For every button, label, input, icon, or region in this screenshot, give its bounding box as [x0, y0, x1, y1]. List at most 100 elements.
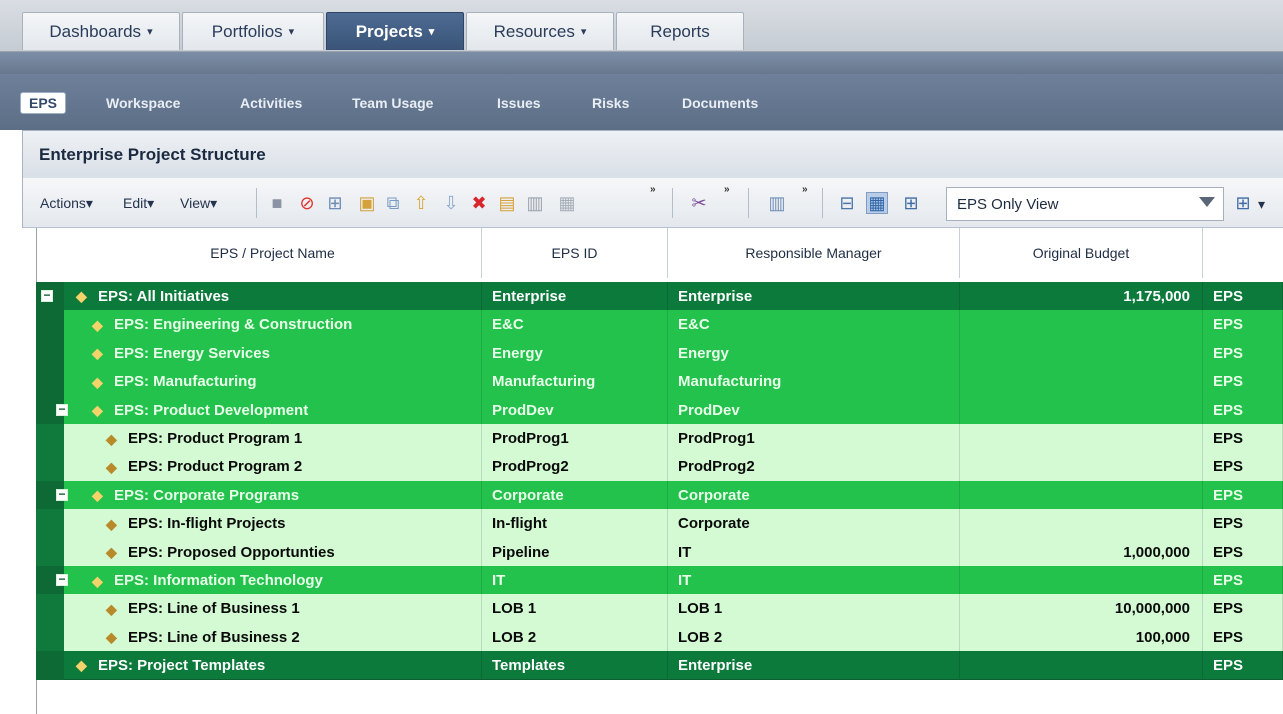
eps-node-icon: ◆: [76, 288, 87, 304]
eps-id-cell: ProdProg1: [482, 424, 668, 453]
tab-reports[interactable]: Reports: [616, 12, 744, 50]
subnav-team-usage[interactable]: Team Usage: [352, 92, 433, 114]
eps-name-cell: ◆ EPS: Product Program 1: [64, 424, 482, 453]
eps-id-cell: IT: [482, 566, 668, 595]
eps-manager-cell: ProdProg1: [668, 424, 960, 453]
eps-name: EPS: Energy Services: [114, 344, 270, 362]
eps-manager: ProdProg2: [678, 458, 755, 476]
tab-resources[interactable]: Resources ▾: [466, 12, 614, 50]
eps-budget-cell: 100,000: [960, 622, 1203, 652]
header-band: [0, 52, 1283, 74]
eps-name-cell: ◆ EPS: Line of Business 1: [64, 594, 482, 624]
assign-icon[interactable]: ▥: [524, 192, 546, 214]
subnav-eps[interactable]: EPS: [20, 92, 67, 114]
table-row[interactable]: ◆ EPS: Manufacturing Manufacturing Manufact…: [36, 367, 1283, 397]
sub-nav: [0, 74, 1283, 130]
column-header-eps-id[interactable]: EPS ID: [482, 228, 668, 278]
table-row[interactable]: ◆ EPS: Line of Business 1 LOB 1 LOB 1 10,000…: [36, 594, 1283, 624]
eps-manager: Enterprise: [678, 287, 753, 305]
layout-options-icon[interactable]: ⊞: [1232, 192, 1254, 214]
eps-name-cell: ◆ EPS: In-flight Projects: [64, 509, 482, 539]
eps-id: ProdDev: [492, 401, 554, 419]
table-row[interactable]: ◆ EPS: In-flight Projects In-flight Corpora…: [36, 509, 1283, 539]
collapse-toggle-icon[interactable]: −: [56, 488, 68, 501]
collapse-toggle-icon[interactable]: −: [56, 573, 68, 586]
table-row[interactable]: ◆ EPS: All Initiatives Enterprise Enterpris…: [36, 282, 1283, 311]
table-row[interactable]: ◆ EPS: Engineering & Construction E&C E&C EP…: [36, 310, 1283, 340]
eps-extra: EPS: [1213, 572, 1244, 589]
add-project-icon[interactable]: ▣: [356, 192, 378, 214]
subnav-documents[interactable]: Documents: [682, 92, 758, 114]
eps-node-icon: ◆: [106, 430, 117, 447]
eps-id-cell: Corporate: [482, 480, 668, 510]
table-row[interactable]: ◆ EPS: Information Technology IT IT EPS −: [36, 566, 1283, 595]
eps-id: Templates: [492, 656, 566, 674]
table-row[interactable]: ◆ EPS: Product Program 2 ProdProg2 ProdProg…: [36, 452, 1283, 482]
column-header-extra[interactable]: [1203, 228, 1283, 278]
eps-id-cell: Enterprise: [482, 282, 668, 311]
eps-manager: E&C: [678, 316, 710, 334]
column-header-manager[interactable]: Responsible Manager: [668, 228, 960, 278]
chevron-down-icon: ▾: [147, 26, 153, 38]
eps-node-icon: ◆: [92, 316, 103, 333]
delete-circle-icon[interactable]: ⊘: [296, 192, 318, 214]
eps-id: E&C: [492, 316, 524, 334]
eps-name: EPS: Project Templates: [98, 656, 266, 674]
table-row[interactable]: ◆ EPS: Energy Services Energy Energy EPS: [36, 338, 1283, 368]
eps-id-cell: Pipeline: [482, 537, 668, 567]
table-row[interactable]: ◆ EPS: Project Templates Templates Enterpri…: [36, 651, 1283, 681]
eps-extra-cell: EPS: [1203, 651, 1283, 681]
table-row[interactable]: ◆ EPS: Product Program 1 ProdProg1 ProdProg…: [36, 424, 1283, 453]
eps-manager-cell: Corporate: [668, 480, 960, 510]
move-up-icon[interactable]: ⇧: [410, 192, 432, 214]
tab-portfolios[interactable]: Portfolios ▾: [182, 12, 324, 50]
collapse-all-icon[interactable]: ⊟: [836, 192, 858, 214]
collapse-toggle-icon[interactable]: −: [56, 403, 68, 416]
tab-dashboards[interactable]: Dashboards ▾: [22, 12, 180, 50]
eps-name: EPS: Product Program 2: [128, 458, 303, 476]
view-select[interactable]: EPS Only View: [946, 187, 1224, 221]
tab-projects[interactable]: Projects ▾: [326, 12, 464, 50]
chevron-down-icon: ▾: [147, 195, 155, 211]
copy-icon[interactable]: ⧉: [382, 192, 404, 214]
eps-budget: 10,000,000: [1114, 600, 1190, 618]
add-eps-icon[interactable]: ⊞: [324, 192, 346, 214]
actions-menu[interactable]: Actions▾: [40, 195, 93, 212]
eps-manager-cell: LOB 2: [668, 622, 960, 652]
toolbar-separator: [748, 188, 749, 218]
group-icon[interactable]: ▦: [556, 192, 578, 214]
open-folder-icon[interactable]: ▤: [496, 192, 518, 214]
eps-extra: EPS: [1213, 543, 1244, 561]
eps-id: IT: [492, 572, 506, 589]
more-icon[interactable]: »: [724, 184, 730, 195]
collapse-toggle-icon[interactable]: −: [41, 289, 53, 302]
table-row[interactable]: ◆ EPS: Corporate Programs Corporate Corpora…: [36, 480, 1283, 510]
more-icon[interactable]: »: [650, 184, 656, 195]
row-gutter: [36, 452, 64, 482]
more-icon[interactable]: »: [802, 184, 808, 195]
eps-manager: LOB 2: [678, 628, 723, 646]
move-down-icon[interactable]: ⇩: [440, 192, 462, 214]
save-icon[interactable]: ■: [266, 192, 288, 214]
columns-icon[interactable]: ▥: [766, 192, 788, 214]
cut-icon[interactable]: ✂: [688, 192, 710, 214]
subnav-activities[interactable]: Activities: [240, 92, 302, 114]
eps-name-cell: ◆ EPS: Energy Services: [64, 338, 482, 368]
delete-icon[interactable]: ✖: [468, 192, 490, 214]
detail-view-icon[interactable]: ⊞: [900, 192, 922, 214]
subnav-risks[interactable]: Risks: [592, 92, 629, 114]
column-header-name[interactable]: EPS / Project Name: [64, 228, 482, 278]
edit-menu[interactable]: Edit▾: [123, 195, 154, 212]
eps-node-icon: ◆: [92, 572, 103, 589]
table-row[interactable]: ◆ EPS: Line of Business 2 LOB 2 LOB 2 100,00…: [36, 622, 1283, 652]
table-row[interactable]: ◆ EPS: Product Development ProdDev ProdDev E…: [36, 395, 1283, 425]
table-row[interactable]: ◆ EPS: Proposed Opportunties Pipeline IT 1,0…: [36, 537, 1283, 567]
layout-options-caret[interactable]: ▾: [1258, 196, 1265, 213]
subnav-issues[interactable]: Issues: [497, 92, 541, 114]
subnav-workspace[interactable]: Workspace: [106, 92, 180, 114]
eps-manager-cell: ProdProg2: [668, 452, 960, 482]
column-header-budget[interactable]: Original Budget: [960, 228, 1203, 278]
view-menu[interactable]: View▾: [180, 195, 217, 212]
chevron-down-icon: ▾: [85, 195, 93, 211]
grid-view-icon[interactable]: ▦: [866, 192, 888, 214]
